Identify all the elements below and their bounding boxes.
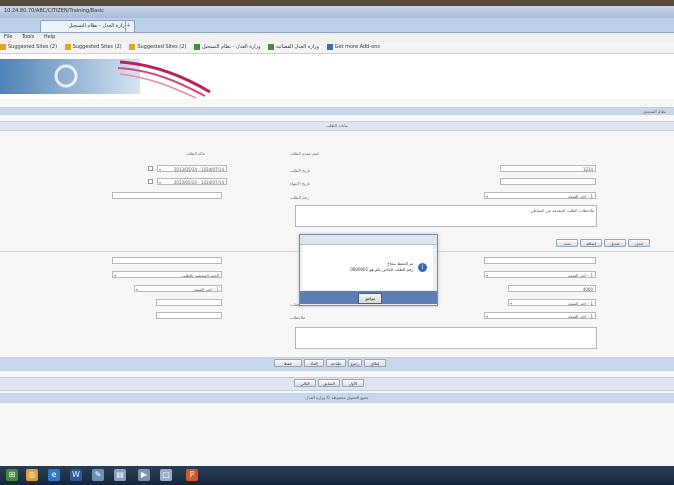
label-date-to: تاريخ الانتهاء [290, 181, 310, 186]
browser-tab[interactable]: وزارة العدل - نظام التسجيل [40, 20, 132, 32]
info-icon: i [418, 263, 427, 272]
lower-notes-textarea[interactable] [295, 327, 597, 349]
ok-button[interactable]: موافق [358, 293, 382, 304]
save-button[interactable]: حفظ [274, 359, 302, 367]
label-request-number: رقم الطلب [290, 195, 309, 200]
cancel-button[interactable]: إلغاء [304, 359, 324, 367]
favorite-icon [193, 43, 200, 50]
date-from-checkbox[interactable] [148, 166, 153, 171]
favorite-icon [129, 43, 136, 50]
date-to-select[interactable]: 1434/07/14 - 2013/05/24 [157, 178, 227, 185]
request-date-field[interactable] [500, 178, 596, 185]
favorite-item[interactable]: Suggested Sites (2) [64, 42, 122, 53]
paint-icon[interactable]: ✎ [92, 469, 104, 481]
favorite-item[interactable]: Get more Add-ons [326, 42, 380, 53]
chrome-icon[interactable]: ◎ [26, 469, 38, 481]
address-text[interactable]: 10.24.80.70/ABC/CITIZEN/Training/Basic [4, 8, 104, 14]
favorite-item[interactable]: Suggested Sites (2) [129, 42, 186, 53]
explorer-icon[interactable]: ▤ [114, 469, 126, 481]
back-button[interactable]: رجوع [348, 359, 362, 367]
ie-icon[interactable]: e [48, 469, 60, 481]
menu-bar: File Tools Help [0, 33, 674, 42]
edit-button[interactable]: تعديل [604, 239, 626, 247]
favorite-icon [326, 43, 333, 50]
label-notes: ملاحظات [290, 315, 306, 320]
favorites-bar: Suggested Sites (2) Suggested Sites (2) … [0, 42, 674, 54]
dialog-message: تم الحفظ بنجاح رقم الطلب الخاص بكم هو 00… [350, 261, 413, 273]
media-icon[interactable]: ▶ [138, 469, 150, 481]
favorite-icon [268, 43, 275, 50]
label-status: حالة الطلب [186, 151, 206, 156]
message-dialog: i تم الحفظ بنجاح رقم الطلب الخاص بكم هو … [299, 234, 438, 306]
lower-field-2[interactable] [112, 257, 222, 264]
menu-help[interactable]: Help [44, 34, 55, 40]
lower-field-1[interactable] [484, 257, 596, 264]
dialog-message-line2: رقم الطلب الخاص بكم هو 0000001 [350, 267, 413, 272]
authority-select[interactable]: الجهة المختصة بالطلب [112, 271, 222, 278]
screen: 10.24.80.70/ABC/CITIZEN/Training/Basic و… [0, 6, 674, 466]
lower-field-3[interactable] [156, 299, 222, 306]
window-icon[interactable]: ▢ [160, 469, 172, 481]
tab-bar: وزارة العدل - نظام التسجيل ＋ [0, 18, 674, 33]
applicant-field[interactable] [112, 192, 222, 199]
new-tab-button[interactable]: ＋ [125, 20, 135, 32]
start-icon[interactable]: ⊞ [6, 469, 18, 481]
search-button[interactable]: بحث [556, 239, 578, 247]
lower-field-4[interactable] [156, 312, 222, 319]
taskbar: ⊞ ◎ e W ✎ ▤ ▶ ▢ P [0, 466, 674, 485]
delete-button[interactable]: حذف [628, 239, 650, 247]
request-number-field[interactable]: 1234 [500, 165, 596, 172]
print-button[interactable]: طباعة [326, 359, 346, 367]
date-to-checkbox[interactable] [148, 179, 153, 184]
dialog-footer: موافق [300, 291, 437, 304]
favorite-icon [0, 43, 6, 50]
favorite-item[interactable]: وزارة العدل القضائية [268, 42, 319, 53]
word-icon[interactable]: W [70, 469, 82, 481]
menu-tools[interactable]: Tools [22, 34, 34, 40]
powerpoint-icon[interactable]: P [186, 469, 198, 481]
banner-graphic [0, 59, 211, 99]
label-request-date: تاريخ الطلب [290, 168, 311, 173]
menu-file[interactable]: File [4, 34, 12, 40]
site-banner [0, 54, 674, 99]
next-button[interactable]: التالي [294, 379, 316, 387]
favorite-icon [64, 43, 71, 50]
browser-titlebar: 10.24.80.70/ABC/CITIZEN/Training/Basic [0, 6, 674, 18]
notes-textarea[interactable]: ملاحظات الطلب المقدمة من المواطن [295, 205, 597, 227]
add-button[interactable]: إضافة [580, 239, 602, 247]
previous-button[interactable]: السابق [318, 379, 340, 387]
amount-field[interactable]: 4000 [508, 285, 596, 292]
lower-select-3[interactable]: 1 - اختر القيمة [134, 285, 222, 292]
section-strip: نظام التسجيل [0, 107, 674, 115]
lower-select-4[interactable]: 1 - اختر القيمة [508, 299, 596, 306]
close-button[interactable]: إغلاق [364, 359, 386, 367]
dialog-body: i تم الحفظ بنجاح رقم الطلب الخاص بكم هو … [302, 245, 433, 290]
lower-select-5[interactable]: 1 - اختر القيمة [484, 312, 596, 319]
dialog-header [300, 235, 437, 245]
footer: جميع الحقوق محفوظة © وزارة العدل [0, 393, 674, 403]
request-type-select[interactable]: 1 - اختر القيمة [484, 192, 596, 199]
favorite-item[interactable]: وزارة العدل - نظام التسجيل [193, 42, 260, 53]
favorite-item[interactable]: Suggested Sites (2) [0, 42, 57, 53]
subtitle-strip: بيانات الطلب [0, 121, 674, 131]
lower-select-1[interactable]: 1 - اختر القيمة [484, 271, 596, 278]
first-button[interactable]: الأول [342, 379, 364, 387]
date-from-select[interactable]: 1434/07/14 - 2013/05/24 [157, 165, 227, 172]
label-applicant: اسم مقدم الطلب [290, 151, 320, 156]
